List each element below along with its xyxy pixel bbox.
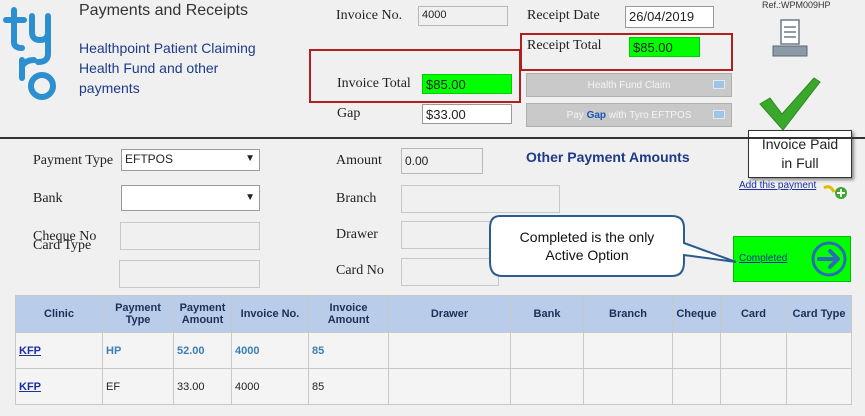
card-type-label: Card Type xyxy=(33,238,92,253)
col-card: Card xyxy=(720,295,787,333)
row-card-type xyxy=(786,332,852,369)
page-title: Payments and Receipts xyxy=(79,2,248,19)
row-invoice-no: 4000 xyxy=(231,368,309,405)
row-payment-type: HP xyxy=(102,332,174,369)
card-icon xyxy=(713,110,725,119)
amount-label: Amount xyxy=(336,153,382,168)
reference-code: Ref.:WPM009HP xyxy=(762,0,831,10)
col-card-type: Card Type xyxy=(786,295,852,333)
dropdown-arrow-icon: ▼ xyxy=(245,192,255,203)
tyro-logo-icon xyxy=(3,7,56,100)
add-icon xyxy=(823,185,847,199)
pay-gap-label: Pay Gap with Tyro EFTPOS xyxy=(567,110,692,121)
section-divider xyxy=(0,137,865,139)
add-payment-link[interactable]: Add this payment xyxy=(739,180,816,191)
pay-gap-suffix: with Tyro EFTPOS xyxy=(606,109,692,121)
row-invoice-amount: 85 xyxy=(308,332,389,369)
callout-line-1: Completed is the only xyxy=(519,229,655,245)
checkmark-icon xyxy=(759,77,821,131)
col-invoice-amount: Invoice Amount xyxy=(308,295,389,333)
branch-input[interactable] xyxy=(401,185,560,213)
col-payment-type: Payment Type xyxy=(102,295,174,333)
row-drawer xyxy=(388,368,511,405)
row-drawer xyxy=(388,332,511,369)
col-bank: Bank xyxy=(510,295,584,333)
pay-gap-tyro-button: Pay Gap with Tyro EFTPOS xyxy=(526,103,732,127)
row-invoice-no: 4000 xyxy=(231,332,309,369)
payment-type-value: EFTPOS xyxy=(125,152,174,166)
row-invoice-amount: 85 xyxy=(308,368,389,405)
table-header-row: Clinic Payment Type Payment Amount Invoi… xyxy=(15,295,852,333)
row-branch xyxy=(583,332,673,369)
drawer-label: Drawer xyxy=(336,227,378,242)
pay-gap-word: Gap xyxy=(586,109,607,121)
completed-label: Completed xyxy=(739,253,788,264)
drawer-input[interactable] xyxy=(401,221,499,249)
table-row: KFP EF 33.00 4000 85 xyxy=(15,368,852,405)
amount-input[interactable]: 0.00 xyxy=(401,148,483,174)
table-row: KFP HP 52.00 4000 85 xyxy=(15,332,852,369)
row-payment-amount: 52.00 xyxy=(173,332,232,369)
card-no-input[interactable] xyxy=(401,258,499,286)
bank-label: Bank xyxy=(33,191,63,206)
completed-button[interactable]: Completed xyxy=(733,236,851,282)
health-fund-claim-button: Health Fund Claim xyxy=(526,73,732,97)
bank-select[interactable]: ▼ xyxy=(121,185,260,211)
invoice-no-field: 4000 xyxy=(418,6,508,26)
page-subtitle: Healthpoint Patient Claiming Health Fund… xyxy=(79,38,256,98)
clinic-link[interactable]: KFP xyxy=(19,345,41,357)
payment-type-label: Payment Type xyxy=(33,153,114,168)
tyro-logo xyxy=(2,2,72,102)
card-type-input[interactable] xyxy=(119,260,260,288)
row-card xyxy=(720,332,787,369)
row-bank xyxy=(510,332,584,369)
payments-table: Clinic Payment Type Payment Amount Invoi… xyxy=(15,295,852,405)
card-icon xyxy=(713,80,725,89)
gap-field: $33.00 xyxy=(422,104,512,124)
receipt-date-field[interactable]: 26/04/2019 xyxy=(625,6,714,28)
callout-line-2: Active Option xyxy=(545,247,629,263)
row-branch xyxy=(583,368,673,405)
printer-icon xyxy=(772,19,808,57)
add-payment-icon[interactable] xyxy=(822,182,848,200)
row-bank xyxy=(510,368,584,405)
col-cheque: Cheque xyxy=(672,295,721,333)
subtitle-line-2: Health Fund and other xyxy=(79,60,219,76)
col-clinic: Clinic xyxy=(15,295,103,333)
receipt-total-label: Receipt Total xyxy=(527,38,602,53)
pay-gap-prefix: Pay xyxy=(566,109,587,121)
receipt-date-label: Receipt Date xyxy=(527,8,600,23)
card-no-label: Card No xyxy=(336,263,384,278)
callout-text: Completed is the only Active Option xyxy=(490,228,684,264)
payment-type-select[interactable]: EFTPOS ▼ xyxy=(121,149,260,171)
row-payment-amount: 33.00 xyxy=(173,368,232,405)
row-card xyxy=(720,368,787,405)
invoice-total-field: $85.00 xyxy=(422,74,512,94)
invoice-total-label: Invoice Total xyxy=(337,76,411,91)
col-branch: Branch xyxy=(583,295,673,333)
col-payment-amount: Payment Amount xyxy=(173,295,232,333)
arrow-right-circle-icon xyxy=(811,241,847,277)
paid-checkmark-icon xyxy=(756,76,822,134)
subtitle-line-3: payments xyxy=(79,80,140,96)
print-receipt-icon[interactable] xyxy=(772,18,808,58)
invoice-paid-line-2: in Full xyxy=(781,155,819,171)
receipt-total-field: $85.00 xyxy=(629,37,700,57)
subtitle-line-1: Healthpoint Patient Claiming xyxy=(79,40,256,56)
row-cheque xyxy=(672,332,721,369)
col-drawer: Drawer xyxy=(388,295,511,333)
cheque-no-input[interactable] xyxy=(120,222,260,250)
other-payments-title: Other Payment Amounts xyxy=(526,149,690,165)
row-card-type xyxy=(786,368,852,405)
invoice-no-label: Invoice No. xyxy=(336,8,403,23)
row-payment-type: EF xyxy=(102,368,174,405)
row-cheque xyxy=(672,368,721,405)
col-invoice-no: Invoice No. xyxy=(231,295,309,333)
gap-label: Gap xyxy=(337,106,361,121)
clinic-link[interactable]: KFP xyxy=(19,381,41,393)
branch-label: Branch xyxy=(336,191,377,206)
health-fund-claim-label: Health Fund Claim xyxy=(587,79,671,91)
dropdown-arrow-icon: ▼ xyxy=(245,153,255,164)
